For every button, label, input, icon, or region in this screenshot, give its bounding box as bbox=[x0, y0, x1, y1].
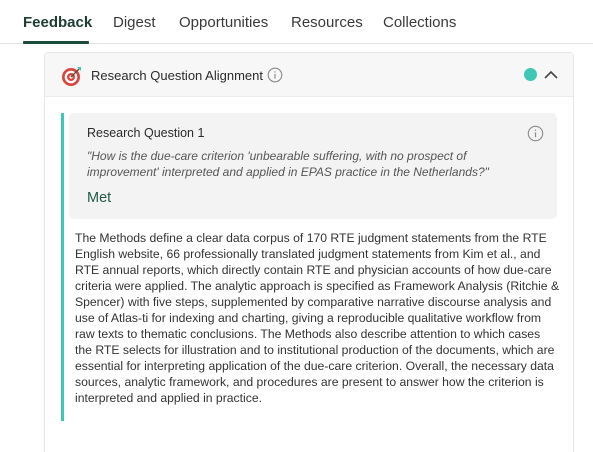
target-icon bbox=[62, 67, 81, 86]
active-tab-indicator bbox=[23, 41, 89, 44]
info-icon[interactable] bbox=[267, 67, 283, 83]
alignment-status: Met bbox=[87, 190, 112, 206]
feedback-text: The Methods define a clear data corpus o… bbox=[75, 231, 560, 405]
tab-opportunities[interactable]: Opportunities bbox=[179, 14, 268, 31]
research-question-text: "How is the due-care criterion 'unbearab… bbox=[87, 149, 489, 179]
tab-feedback[interactable]: Feedback bbox=[23, 14, 92, 31]
tab-collections[interactable]: Collections bbox=[383, 14, 456, 31]
chevron-up-icon[interactable] bbox=[543, 68, 559, 82]
research-question-card: Research Question 1 "How is the due-care… bbox=[69, 113, 557, 219]
panel-header[interactable]: Research Question Alignment bbox=[45, 53, 573, 97]
info-icon[interactable] bbox=[527, 125, 544, 142]
alignment-panel: Research Question Alignment Research Que… bbox=[44, 52, 574, 452]
tab-resources[interactable]: Resources bbox=[291, 14, 363, 31]
research-question-title: Research Question 1 bbox=[87, 126, 205, 140]
status-indicator bbox=[524, 68, 537, 81]
tab-digest[interactable]: Digest bbox=[113, 14, 156, 31]
panel-title: Research Question Alignment bbox=[91, 68, 263, 83]
tab-bar: Feedback Digest Opportunities Resources … bbox=[0, 0, 593, 44]
